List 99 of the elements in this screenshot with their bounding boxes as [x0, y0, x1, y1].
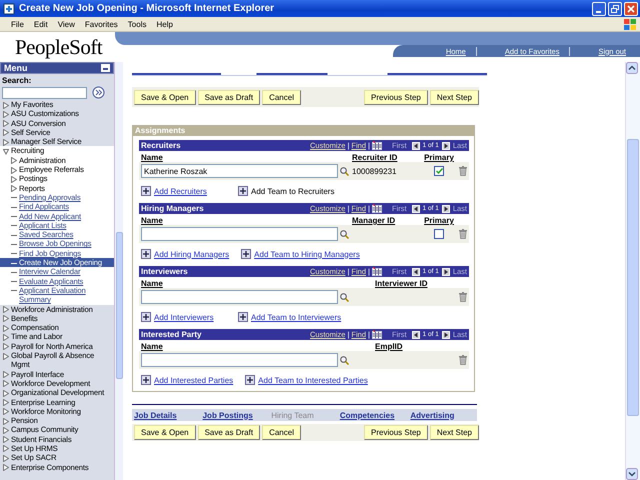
- next-icon[interactable]: [442, 142, 450, 150]
- add-link[interactable]: Add Interested Parties: [154, 376, 234, 384]
- window-title: Create New Job Opening - Microsoft Internet Explorer: [19, 3, 274, 14]
- search-icon[interactable]: [340, 166, 349, 176]
- menu-title: Menu: [4, 63, 28, 73]
- menu-item[interactable]: Tools: [122, 20, 152, 28]
- grid-title: Hiring Managers: [141, 204, 204, 213]
- add-link[interactable]: Add Team to Hiring Managers: [254, 250, 360, 258]
- add-link[interactable]: Add Team to Interviewers: [251, 312, 342, 322]
- action-button[interactable]: Cancel: [262, 90, 301, 104]
- menu-item[interactable]: File: [6, 20, 29, 28]
- trash-icon[interactable]: [459, 229, 467, 239]
- primary-checkbox[interactable]: [434, 229, 444, 239]
- plus-icon[interactable]: [245, 375, 256, 385]
- trash-icon[interactable]: [459, 355, 467, 365]
- minimize-icon: [596, 10, 600, 12]
- plus-icon[interactable]: [141, 249, 151, 259]
- search-icon[interactable]: [340, 230, 349, 238]
- name-field[interactable]: [141, 227, 338, 241]
- search-field[interactable]: [2, 86, 87, 98]
- action-button[interactable]: Save as Draft: [198, 90, 260, 104]
- spreadsheet-icon[interactable]: [372, 267, 382, 276]
- column-header[interactable]: Primary: [424, 153, 454, 162]
- previous-icon[interactable]: [412, 268, 420, 276]
- column-header[interactable]: EmplID: [375, 342, 451, 351]
- column-header[interactable]: Name: [141, 279, 375, 288]
- step-tab[interactable]: Competencies: [338, 410, 408, 420]
- previous-icon[interactable]: [412, 330, 420, 338]
- step-tab[interactable]: Job Postings: [200, 410, 270, 420]
- menu-item[interactable]: Help: [151, 20, 178, 28]
- scroll-thumb[interactable]: [116, 232, 122, 379]
- id-text: 1000899231: [352, 166, 396, 176]
- add-label: Add Team to Recruiters: [251, 186, 334, 196]
- next-icon[interactable]: [442, 330, 450, 338]
- action-button[interactable]: Save as Draft: [198, 425, 260, 440]
- column-header[interactable]: Recruiter ID: [352, 153, 424, 162]
- menu-item[interactable]: Favorites: [80, 20, 123, 28]
- minimize-button[interactable]: [592, 2, 606, 16]
- close-icon: [627, 4, 635, 12]
- action-button[interactable]: Save & Open: [134, 425, 196, 440]
- column-header[interactable]: Name: [141, 153, 352, 162]
- name-field[interactable]: [141, 290, 338, 304]
- plus-icon[interactable]: [141, 312, 151, 322]
- spreadsheet-icon[interactable]: [372, 330, 382, 339]
- column-header[interactable]: Interviewer ID: [375, 279, 451, 288]
- scroll-up-icon[interactable]: [626, 62, 638, 74]
- grid-title: Recruiters: [141, 141, 181, 150]
- windows-logo-icon: [624, 18, 636, 30]
- previous-icon[interactable]: [412, 142, 420, 150]
- restore-icon: [611, 4, 619, 12]
- add-link[interactable]: Add Hiring Managers: [154, 250, 230, 258]
- step-button[interactable]: Previous Step: [364, 425, 428, 440]
- column-header[interactable]: Name: [141, 342, 375, 351]
- browser-icon: [3, 2, 15, 14]
- action-button[interactable]: Save & Open: [134, 90, 196, 104]
- scroll-down-icon[interactable]: [626, 468, 638, 480]
- column-header[interactable]: Primary: [424, 216, 454, 225]
- column-header[interactable]: Manager ID: [352, 216, 424, 225]
- plus-icon[interactable]: [238, 186, 248, 196]
- step-tab[interactable]: Advertising: [408, 410, 477, 420]
- plus-icon[interactable]: [141, 186, 151, 196]
- name-field[interactable]: Katherine Roszak: [141, 164, 338, 178]
- menu-item[interactable]: View: [52, 20, 80, 28]
- scrollbar[interactable]: [625, 62, 640, 480]
- restore-button[interactable]: [608, 2, 622, 16]
- add-link[interactable]: Add Team to Interested Parties: [258, 376, 368, 384]
- add-link[interactable]: Add Interviewers: [154, 312, 214, 322]
- spreadsheet-icon[interactable]: [372, 204, 382, 213]
- menu-item[interactable]: Edit: [28, 20, 53, 28]
- next-icon[interactable]: [442, 204, 450, 212]
- name-field[interactable]: [141, 353, 338, 367]
- grid-title: Interviewers: [141, 267, 188, 276]
- scroll-thumb[interactable]: [627, 139, 639, 416]
- trash-icon[interactable]: [459, 166, 467, 176]
- scrollbar[interactable]: [114, 62, 123, 480]
- step-button[interactable]: Next Step: [430, 90, 479, 104]
- step-button[interactable]: Previous Step: [364, 90, 428, 104]
- plus-icon[interactable]: [241, 249, 252, 259]
- plus-icon[interactable]: [238, 312, 248, 322]
- column-header[interactable]: Name: [141, 216, 352, 225]
- step-button[interactable]: Next Step: [430, 425, 479, 440]
- search-icon[interactable]: [340, 292, 349, 302]
- search-label: Search:: [1, 75, 32, 86]
- step-tab[interactable]: Job Details: [132, 410, 201, 420]
- trash-icon[interactable]: [459, 292, 467, 302]
- previous-icon[interactable]: [412, 204, 420, 212]
- primary-checkbox[interactable]: [434, 166, 444, 176]
- action-button[interactable]: Cancel: [262, 425, 301, 440]
- grid-title: Interested Party: [141, 330, 202, 339]
- next-icon[interactable]: [442, 268, 450, 276]
- panel-title: Assignments: [133, 126, 474, 136]
- spreadsheet-icon[interactable]: [372, 141, 382, 150]
- close-button[interactable]: [624, 2, 638, 16]
- add-link[interactable]: Add Recruiters: [154, 186, 207, 196]
- plus-icon[interactable]: [141, 375, 151, 385]
- search-icon[interactable]: [340, 356, 349, 364]
- collapse-button[interactable]: [101, 64, 110, 72]
- go-icon[interactable]: [92, 86, 105, 99]
- peoplesoft-logo: PeopleSoft: [14, 34, 104, 61]
